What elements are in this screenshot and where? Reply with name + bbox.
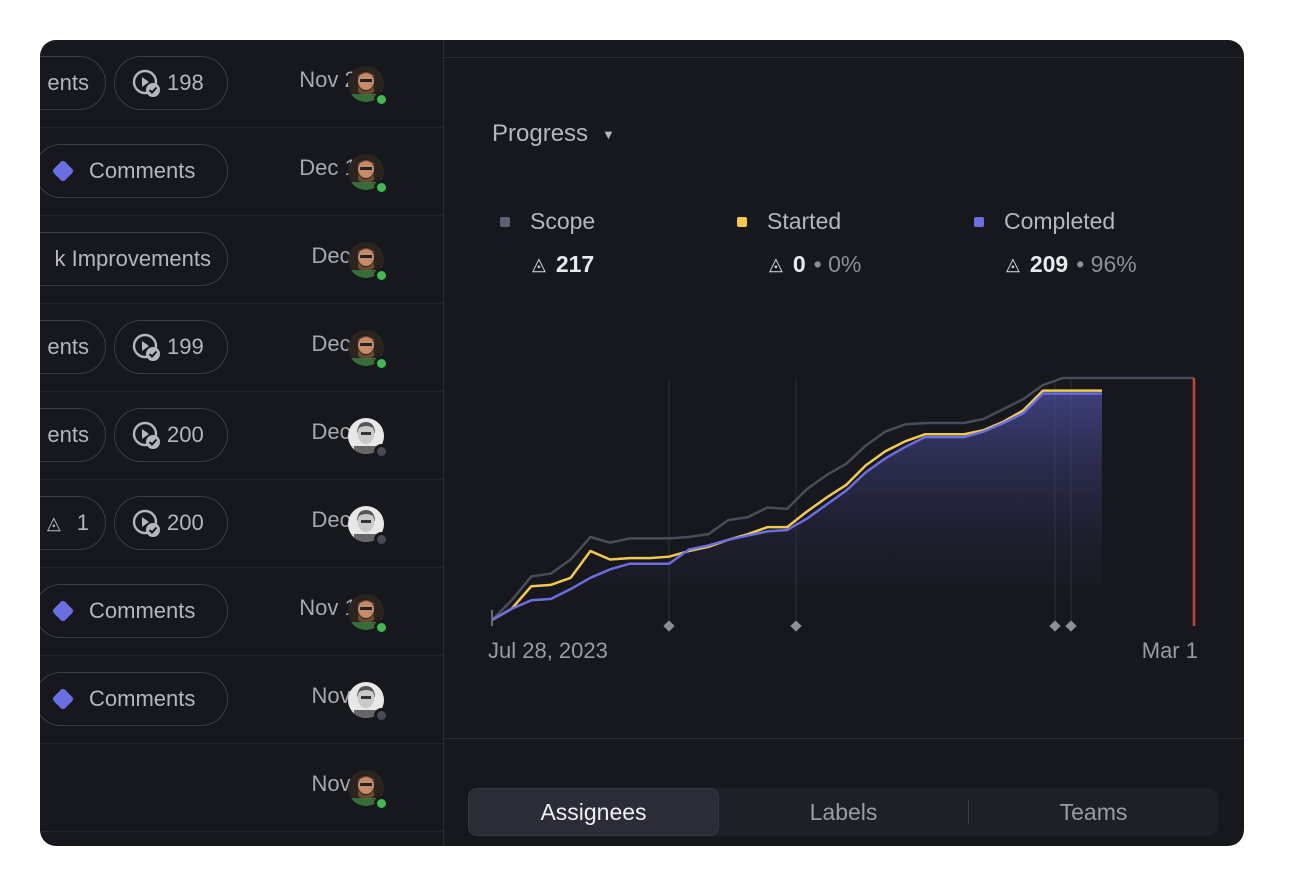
stat-started-percent: • 0% [813, 251, 862, 277]
stat-started-label: Started [767, 208, 842, 234]
project-pill[interactable]: Comments [40, 672, 228, 726]
avatar[interactable] [348, 330, 389, 371]
progress-dropdown[interactable]: Progress ▼ [492, 120, 615, 148]
list-item[interactable]: Comments Dec 15 [40, 128, 443, 216]
label-pill[interactable]: ents [40, 408, 106, 462]
label-pill[interactable]: ents [40, 56, 106, 110]
status-offline-dot [374, 708, 389, 723]
list-item[interactable]: 200 ents Dec 5 [40, 392, 443, 480]
stat-completed-label: Completed [1004, 208, 1116, 234]
stat-scope-label: Scope [530, 208, 596, 234]
panel-top-border [444, 57, 1244, 58]
list-item[interactable]: 200 ◬ 1 Dec 5 [40, 480, 443, 568]
project-diamond-icon [51, 599, 75, 623]
label-pill[interactable]: k Improvements [40, 232, 228, 286]
pill-text: 200 [167, 510, 204, 535]
status-online-dot [374, 620, 389, 635]
list-item[interactable]: 198 ents Nov 20 [40, 40, 443, 128]
avatar[interactable] [348, 682, 389, 723]
tab-labels[interactable]: Labels [719, 788, 968, 836]
issue-list: 198 ents Nov 20 Comments Dec 15 k Improvement… [40, 40, 443, 846]
avatar[interactable] [348, 506, 389, 547]
breakdown-tabs: Assignees Labels Teams [468, 788, 1218, 836]
avatar[interactable] [348, 594, 389, 635]
avatar[interactable] [348, 242, 389, 283]
started-legend-swatch [737, 216, 747, 227]
app-window: 198 ents Nov 20 Comments Dec 15 k Improvement… [40, 40, 1244, 846]
milestone-marker [1065, 620, 1077, 632]
stat-scope: Scope ◬ 217 [500, 208, 595, 278]
pill-text: Comments [89, 158, 196, 183]
cycle-pill[interactable]: 200 [114, 496, 228, 550]
estimate-icon: ◬ [1006, 254, 1020, 274]
x-axis-start-label: Jul 28, 2023 [488, 638, 608, 663]
avatar[interactable] [348, 418, 389, 459]
estimate-icon: ◬ [769, 254, 783, 274]
status-offline-dot [374, 532, 389, 547]
x-axis-end-label: Mar 1 [1141, 638, 1198, 663]
cycle-icon [132, 69, 160, 97]
status-online-dot [374, 92, 389, 107]
stat-started-value: 0 [792, 251, 806, 277]
tab-teams[interactable]: Teams [969, 788, 1218, 836]
project-pill[interactable]: Comments [40, 144, 228, 198]
progress-panel: Progress ▼ Scope ◬ 217 Started ◬ 0 • 0% Com… [444, 40, 1244, 846]
list-item[interactable]: Comments Nov 3 [40, 656, 443, 744]
status-online-dot [374, 356, 389, 371]
avatar[interactable] [348, 770, 389, 811]
stat-completed-percent: • 96% [1076, 251, 1137, 277]
chevron-down-icon: ▼ [602, 126, 615, 142]
cycle-icon [132, 333, 160, 361]
status-online-dot [374, 796, 389, 811]
completed-area [492, 393, 1102, 620]
cycle-pill[interactable]: 199 [114, 320, 228, 374]
stat-scope-value: 217 [555, 251, 595, 277]
pill-text: Comments [89, 598, 196, 623]
pill-text: k Improvements [54, 246, 212, 271]
estimate-icon: ◬ [532, 254, 546, 274]
list-item[interactable]: 199 ents Dec 6 [40, 304, 443, 392]
project-diamond-icon [51, 159, 75, 183]
project-diamond-icon [51, 687, 75, 711]
cycle-icon [132, 509, 160, 537]
cycle-pill[interactable]: 200 [114, 408, 228, 462]
label-pill[interactable]: ents [40, 320, 106, 374]
stat-completed: Completed ◬ 209 • 96% [974, 208, 1137, 278]
avatar[interactable] [348, 66, 389, 107]
panel-bottom-border [444, 738, 1244, 739]
cycle-pill[interactable]: 198 [114, 56, 228, 110]
milestone-marker [1049, 620, 1061, 632]
status-online-dot [374, 180, 389, 195]
scope-legend-swatch [500, 216, 510, 227]
pill-text: 199 [167, 334, 204, 359]
pill-text: 198 [167, 70, 204, 95]
pill-text: Comments [89, 686, 196, 711]
pill-text: ents [47, 422, 89, 447]
milestone-marker [663, 620, 675, 632]
progress-dropdown-label: Progress [492, 120, 589, 147]
cycle-icon [132, 421, 160, 449]
avatar[interactable] [348, 154, 389, 195]
estimate-icon: ◬ [46, 512, 61, 533]
progress-chart [491, 376, 1196, 632]
tab-assignees[interactable]: Assignees [468, 788, 719, 836]
estimate-pill[interactable]: ◬ 1 [40, 496, 106, 550]
pill-text: ents [47, 70, 89, 95]
completed-legend-swatch [974, 216, 984, 227]
list-item[interactable]: Nov 2 [40, 744, 443, 832]
milestone-marker [790, 620, 802, 632]
status-online-dot [374, 268, 389, 283]
status-offline-dot [374, 444, 389, 459]
list-item[interactable]: k Improvements Dec 8 [40, 216, 443, 304]
pill-text: ents [47, 334, 89, 359]
stat-started: Started ◬ 0 • 0% [737, 208, 861, 278]
pill-text: 200 [167, 422, 204, 447]
project-pill[interactable]: Comments [40, 584, 228, 638]
stat-completed-value: 209 [1029, 251, 1069, 277]
pill-text: 1 [76, 510, 89, 535]
list-item[interactable]: Comments Nov 16 [40, 568, 443, 656]
